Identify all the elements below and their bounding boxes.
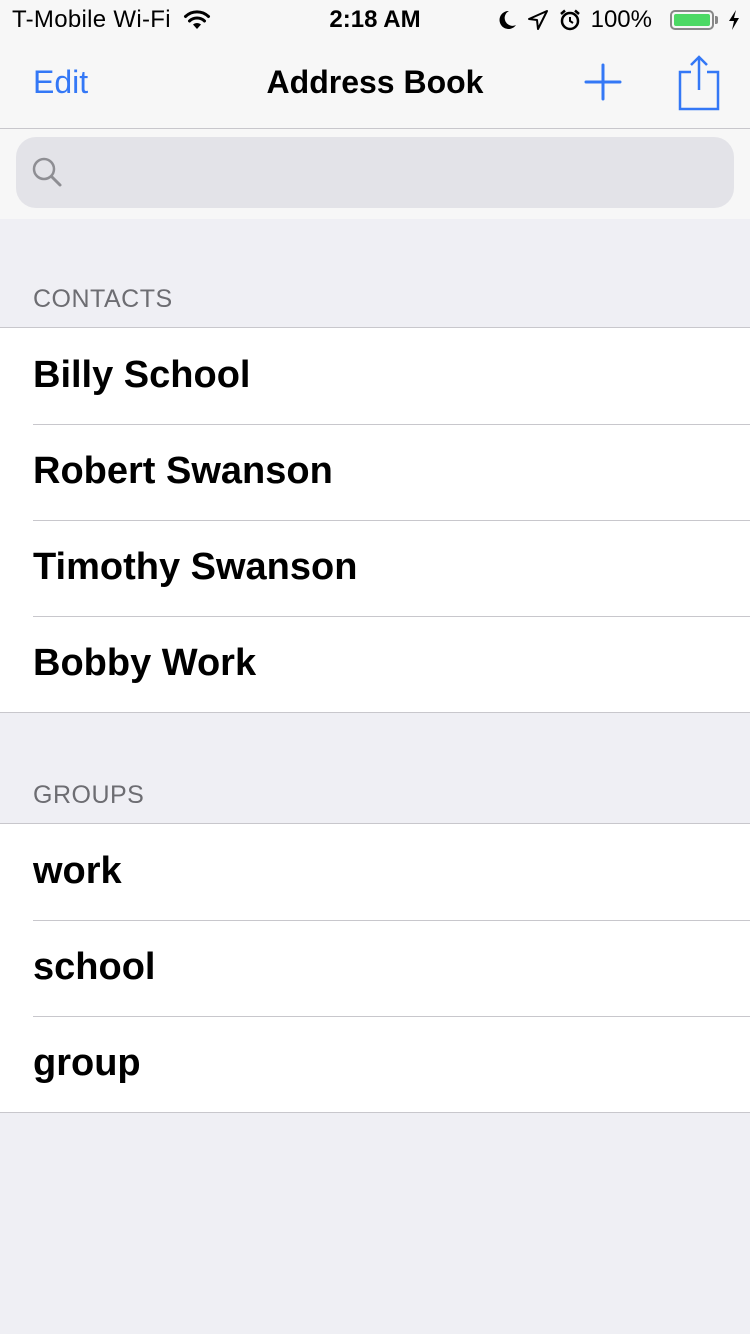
contact-name: Timothy Swanson [33, 546, 358, 588]
plus-icon [584, 63, 622, 101]
contacts-section-header: CONTACTS [33, 285, 173, 313]
search-area [0, 129, 750, 219]
contact-name: Robert Swanson [33, 450, 333, 492]
battery-percent: 100% [590, 6, 652, 33]
search-icon [32, 157, 62, 187]
search-input[interactable] [80, 137, 724, 210]
group-name: group [33, 1042, 141, 1084]
groups-list: work school group [0, 823, 750, 1113]
location-icon [527, 9, 549, 31]
status-bar: T-Mobile Wi-Fi 2:18 AM 100% [0, 0, 750, 40]
add-button[interactable] [584, 63, 622, 101]
page-title: Address Book [266, 64, 484, 100]
contact-row-bobby-work[interactable]: Bobby Work [0, 616, 750, 712]
group-row-school[interactable]: school [0, 920, 750, 1016]
group-name: school [33, 946, 156, 988]
share-button[interactable] [678, 54, 720, 112]
battery-fill [674, 14, 710, 26]
group-row-work[interactable]: work [0, 824, 750, 920]
search-bar[interactable] [16, 137, 734, 210]
group-row-group[interactable]: group [0, 1016, 750, 1112]
group-name: work [33, 850, 122, 892]
edit-button[interactable]: Edit [33, 64, 88, 101]
contact-name: Billy School [33, 354, 251, 396]
moon-icon [497, 9, 517, 31]
groups-section-header: GROUPS [33, 781, 145, 809]
contact-row-robert-swanson[interactable]: Robert Swanson [0, 424, 750, 520]
contact-name: Bobby Work [33, 642, 257, 684]
status-icons: 100% [487, 6, 740, 34]
alarm-icon [559, 9, 581, 31]
battery-icon [662, 10, 718, 30]
share-icon [678, 55, 720, 111]
charging-bolt-icon [728, 9, 740, 31]
navigation-bar: Edit Address Book [0, 40, 750, 129]
contacts-list: Billy School Robert Swanson Timothy Swan… [0, 327, 750, 713]
contact-row-billy-school[interactable]: Billy School [0, 328, 750, 424]
contact-row-timothy-swanson[interactable]: Timothy Swanson [0, 520, 750, 616]
